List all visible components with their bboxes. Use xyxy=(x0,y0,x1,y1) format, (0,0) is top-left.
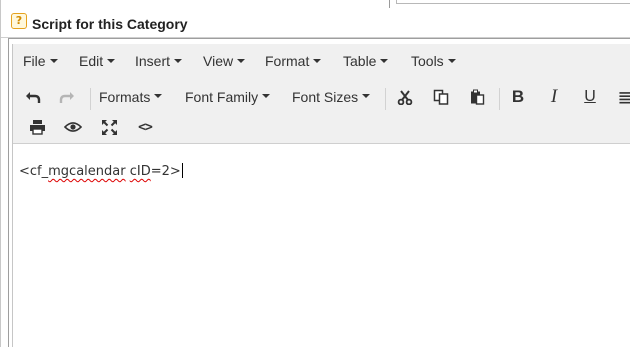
menu-format-label: Format xyxy=(265,53,310,69)
italic-button[interactable]: I xyxy=(543,82,565,112)
fullscreen-button[interactable] xyxy=(97,112,121,142)
menu-table[interactable]: Table xyxy=(343,53,389,69)
misspelled-word: mgcalendar xyxy=(48,164,126,179)
toolbar-separator xyxy=(90,88,91,110)
cut-icon xyxy=(397,90,413,105)
align-button[interactable] xyxy=(617,82,630,112)
menu-file[interactable]: File xyxy=(23,53,58,69)
copy-button[interactable] xyxy=(429,82,453,112)
menu-insert[interactable]: Insert xyxy=(135,53,183,69)
top-strip xyxy=(0,0,630,8)
align-icon xyxy=(619,92,630,104)
print-icon xyxy=(29,120,45,135)
toolbar-separator xyxy=(499,88,500,110)
preview-button[interactable] xyxy=(61,112,85,142)
undo-button[interactable] xyxy=(21,82,45,112)
menu-format[interactable]: Format xyxy=(265,53,322,69)
editor-content[interactable]: <cf_mgcalendar cID=2> xyxy=(19,163,183,179)
menu-file-label: File xyxy=(23,53,46,69)
outer-left-border xyxy=(0,0,1,347)
top-field-frame xyxy=(396,0,630,4)
top-divider xyxy=(389,0,390,8)
menu-edit[interactable]: Edit xyxy=(79,53,116,69)
editor-toolbar: File Edit Insert View Format Table Tools… xyxy=(13,44,630,144)
source-code-button[interactable]: <> xyxy=(133,112,157,142)
help-icon[interactable]: ? xyxy=(11,13,27,29)
toolbar-row-2: <> xyxy=(13,112,630,142)
font-sizes-label: Font Sizes xyxy=(292,89,359,105)
chevron-down-icon xyxy=(262,94,271,98)
print-button[interactable] xyxy=(25,112,49,142)
font-family-dropdown[interactable]: Font Family xyxy=(185,82,277,112)
chevron-down-icon xyxy=(237,59,246,64)
formats-label: Formats xyxy=(99,89,151,105)
text-cursor xyxy=(181,163,183,178)
menu-tools[interactable]: Tools xyxy=(411,53,456,69)
chevron-down-icon xyxy=(362,94,371,98)
category-header: ? Script for this Category xyxy=(1,9,630,38)
chevron-down-icon xyxy=(154,94,163,98)
chevron-down-icon xyxy=(313,59,322,64)
menu-view[interactable]: View xyxy=(203,53,246,69)
fullscreen-icon xyxy=(101,119,117,135)
formats-dropdown[interactable]: Formats xyxy=(99,82,169,112)
bold-button[interactable]: B xyxy=(507,82,529,112)
chevron-down-icon xyxy=(174,59,183,64)
menubar: File Edit Insert View Format Table Tools xyxy=(13,44,630,78)
cut-button[interactable] xyxy=(393,82,417,112)
chevron-down-icon xyxy=(447,59,456,64)
misspelled-attr: cID xyxy=(129,164,151,179)
font-sizes-dropdown[interactable]: Font Sizes xyxy=(292,82,378,112)
eye-icon xyxy=(64,122,82,132)
chevron-down-icon xyxy=(107,59,116,64)
menu-tools-label: Tools xyxy=(411,53,444,69)
redo-icon xyxy=(59,92,74,103)
content-prefix: <cf_ xyxy=(19,164,49,179)
underline-button[interactable]: U xyxy=(579,82,601,112)
menu-table-label: Table xyxy=(343,53,377,69)
undo-icon xyxy=(26,92,41,103)
font-family-label: Font Family xyxy=(185,89,259,105)
menu-insert-label: Insert xyxy=(135,53,171,69)
category-title: Script for this Category xyxy=(32,16,188,32)
chevron-down-icon xyxy=(49,59,58,64)
paste-button[interactable] xyxy=(465,82,489,112)
menu-view-label: View xyxy=(203,53,234,69)
menu-edit-label: Edit xyxy=(79,53,104,69)
toolbar-row-1: Formats Font Family Font Sizes B I U xyxy=(13,82,630,112)
paste-icon xyxy=(471,89,485,105)
copy-icon xyxy=(433,89,449,105)
chevron-down-icon xyxy=(380,59,389,64)
redo-button[interactable] xyxy=(55,82,79,112)
toolbar-separator xyxy=(385,88,386,110)
content-suffix: =2> xyxy=(150,164,181,179)
